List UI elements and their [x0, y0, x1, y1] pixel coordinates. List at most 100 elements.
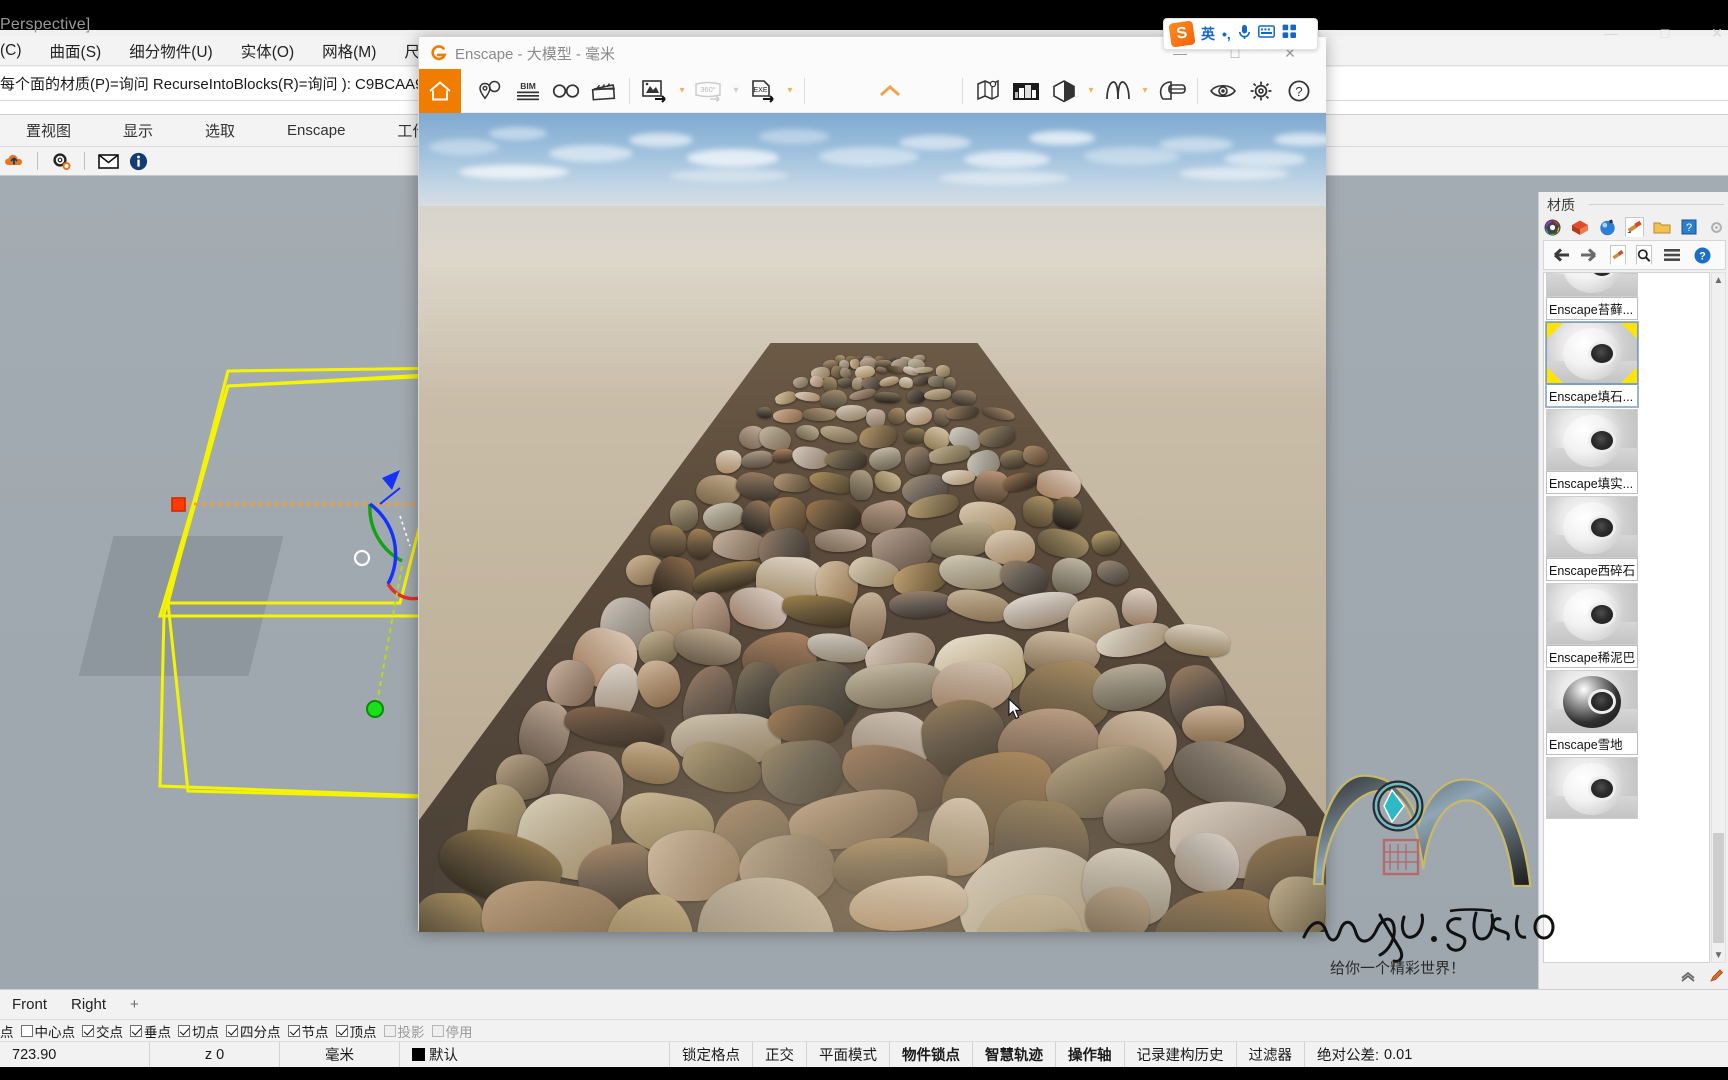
- enscape-render-viewport[interactable]: [419, 113, 1326, 932]
- osnap-toggle-6[interactable]: 节点: [287, 1021, 329, 1041]
- rhino-minimize-button[interactable]: —: [1588, 18, 1634, 48]
- material-brush-icon[interactable]: [1624, 217, 1645, 237]
- menu-item-curve[interactable]: (C): [0, 42, 22, 60]
- location-pin-icon[interactable]: [471, 69, 509, 113]
- video-clapperboard-icon[interactable]: [585, 69, 623, 113]
- vr-headset-icon[interactable]: [1153, 69, 1191, 113]
- osnap-checkbox[interactable]: [335, 1024, 348, 1037]
- ime-language-toggle[interactable]: 英: [1201, 24, 1215, 44]
- info-icon[interactable]: [126, 150, 150, 172]
- environment-sphere-icon[interactable]: [1598, 217, 1617, 237]
- day-night-toggle-icon[interactable]: [1045, 69, 1083, 113]
- status-record-history[interactable]: 记录建构历史: [1125, 1041, 1237, 1068]
- material-list-item[interactable]: Enscape苔藓...: [1546, 273, 1638, 320]
- help-question-icon[interactable]: ?: [1280, 69, 1318, 113]
- osnap-checkbox[interactable]: [383, 1024, 396, 1037]
- viewport-tab-add[interactable]: +: [130, 996, 139, 1013]
- osnap-checkbox[interactable]: [226, 1024, 238, 1037]
- status-gumball[interactable]: 操作轴: [1056, 1041, 1125, 1068]
- ime-punctuation-toggle[interactable]: •,: [1222, 26, 1231, 42]
- mail-icon[interactable]: [96, 150, 120, 172]
- material-list-item[interactable]: Enscape雪地: [1546, 670, 1638, 755]
- osnap-toggle-9[interactable]: 停用: [431, 1021, 473, 1041]
- vr-binoculars-icon[interactable]: [547, 69, 585, 113]
- osnap-checkbox[interactable]: [431, 1024, 444, 1037]
- menu-item-subd[interactable]: 细分物件(U): [129, 40, 213, 62]
- tab-set-view[interactable]: 置视图: [0, 120, 97, 141]
- status-tolerance[interactable]: 绝对公差: 0.01: [1305, 1042, 1424, 1068]
- osnap-checkbox[interactable]: [130, 1024, 142, 1037]
- exe-export-chevron-down-icon[interactable]: ▾: [782, 69, 798, 113]
- menu-item-solid[interactable]: 实体(O): [241, 40, 294, 62]
- panorama-export-chevron-down-icon[interactable]: ▾: [728, 69, 744, 113]
- osnap-checkbox[interactable]: [20, 1024, 33, 1037]
- status-filter[interactable]: 过滤器: [1237, 1041, 1305, 1068]
- menu-item-mesh[interactable]: 网格(M): [322, 40, 376, 62]
- edit-pencil-icon[interactable]: [1706, 966, 1726, 986]
- status-osnap[interactable]: 物件锁点: [890, 1041, 973, 1068]
- status-units[interactable]: 毫米: [280, 1041, 400, 1068]
- list-menu-icon[interactable]: [1662, 245, 1682, 265]
- material-list-item[interactable]: Enscape填石...: [1545, 321, 1639, 408]
- sogou-ime-bar[interactable]: S 英 •,: [1163, 18, 1318, 50]
- osnap-checkbox[interactable]: [178, 1024, 190, 1037]
- tab-enscape[interactable]: Enscape: [261, 122, 371, 139]
- gumball-gizmo[interactable]: [170, 456, 430, 736]
- folder-open-icon[interactable]: [1652, 217, 1671, 237]
- material-box-icon[interactable]: [1570, 217, 1589, 237]
- eye-visibility-icon[interactable]: [1204, 69, 1242, 113]
- cloud-upload-icon[interactable]: [2, 150, 26, 172]
- scroll-up-arrow-icon[interactable]: ▲: [1712, 273, 1725, 287]
- tab-select[interactable]: 选取: [179, 120, 261, 141]
- tab-display[interactable]: 显示: [97, 120, 179, 141]
- material-list-item[interactable]: Enscape填实...: [1546, 409, 1638, 494]
- status-planar[interactable]: 平面模式: [807, 1041, 890, 1068]
- status-ortho[interactable]: 正交: [753, 1041, 807, 1068]
- search-icon[interactable]: [1636, 245, 1652, 265]
- home-icon[interactable]: [419, 68, 461, 113]
- material-thumbnail[interactable]: [1546, 670, 1638, 732]
- scrollbar-thumb[interactable]: [1713, 833, 1724, 943]
- bim-mode-icon[interactable]: BIM: [509, 69, 547, 113]
- material-thumbnail[interactable]: [1546, 496, 1638, 558]
- status-smarttrack[interactable]: 智慧轨迹: [973, 1041, 1056, 1068]
- menu-item-surface[interactable]: 曲面(S): [50, 40, 102, 62]
- material-thumbnail[interactable]: [1546, 583, 1638, 645]
- render-image-export-icon[interactable]: [636, 69, 674, 113]
- material-thumbnail[interactable]: [1546, 322, 1638, 384]
- osnap-checkbox[interactable]: [82, 1024, 94, 1037]
- sogou-logo-icon[interactable]: S: [1168, 20, 1196, 48]
- settings-gear-icon[interactable]: [49, 150, 73, 172]
- apps-icon[interactable]: [1282, 24, 1297, 44]
- color-wheel-icon[interactable]: [1543, 217, 1562, 237]
- osnap-toggle-7[interactable]: 顶点: [335, 1021, 377, 1041]
- help-doc-icon[interactable]: ?: [1679, 217, 1698, 237]
- material-thumbnail[interactable]: [1546, 409, 1638, 471]
- visual-settings-preview-icon[interactable]: [1007, 69, 1045, 113]
- status-layer[interactable]: 默认: [400, 1041, 670, 1068]
- atmosphere-chevron-down-icon[interactable]: ▾: [1137, 69, 1153, 113]
- pick-material-icon[interactable]: [1610, 245, 1626, 265]
- panorama-360-export-icon[interactable]: 360°: [690, 69, 728, 113]
- atmosphere-icon[interactable]: [1099, 69, 1137, 113]
- osnap-toggle-8[interactable]: 投影: [383, 1021, 425, 1041]
- osnap-checkbox[interactable]: [287, 1024, 300, 1037]
- material-list-item[interactable]: Enscape稀泥巴: [1546, 583, 1638, 668]
- expand-chevrons-icon[interactable]: [1678, 966, 1698, 986]
- material-thumbnail[interactable]: [1546, 273, 1638, 297]
- day-night-chevron-down-icon[interactable]: ▾: [1083, 69, 1099, 113]
- mic-icon[interactable]: [1238, 24, 1251, 45]
- osnap-toggle-5[interactable]: 四分点: [226, 1021, 281, 1041]
- viewport-tab-right[interactable]: Right: [71, 996, 106, 1013]
- settings-gear-icon[interactable]: [1242, 69, 1280, 113]
- help-icon[interactable]: ?: [1692, 245, 1712, 265]
- osnap-toggle-3[interactable]: 垂点: [130, 1021, 171, 1041]
- back-arrow-icon[interactable]: [1550, 245, 1570, 265]
- materials-scrollbar[interactable]: ▲ ▼: [1711, 272, 1726, 963]
- forward-arrow-icon[interactable]: [1580, 245, 1600, 265]
- keyboard-icon[interactable]: [1257, 25, 1275, 43]
- osnap-toggle-0[interactable]: 点: [0, 1021, 14, 1041]
- osnap-toggle-2[interactable]: 交点: [82, 1021, 123, 1041]
- collapse-chevron-up-icon[interactable]: [871, 69, 909, 113]
- rhino-close-button[interactable]: ✕: [1694, 18, 1728, 48]
